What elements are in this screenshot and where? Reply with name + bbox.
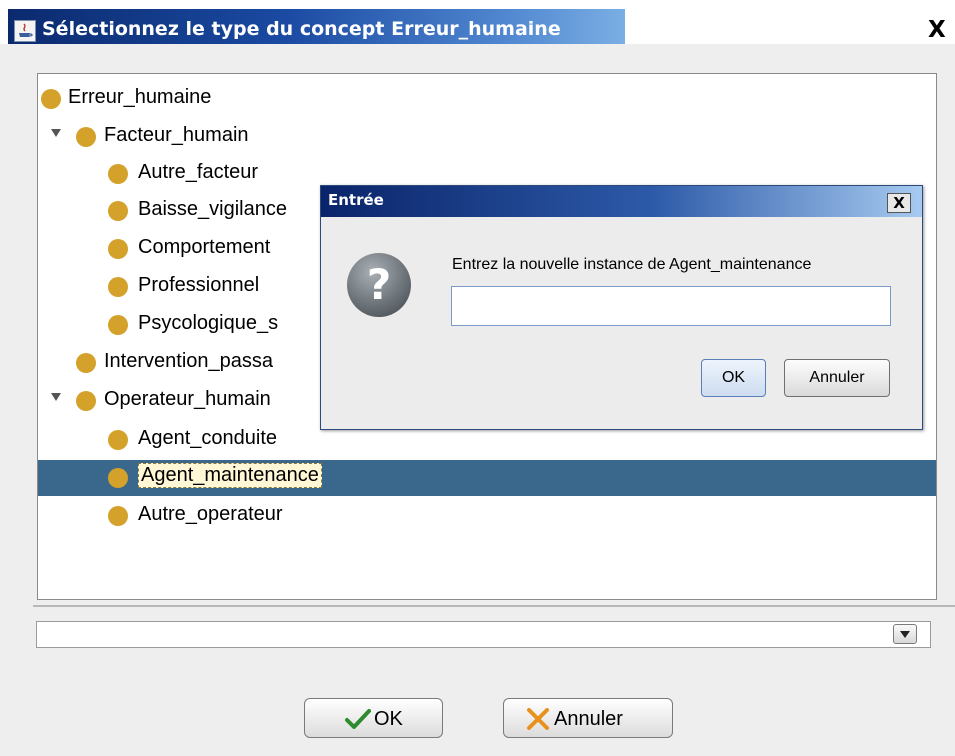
separator	[33, 605, 955, 607]
concept-node-icon	[108, 315, 128, 335]
combobox-dropdown-button[interactable]	[893, 624, 917, 644]
instance-name-input[interactable]	[451, 286, 891, 326]
concept-node-icon	[108, 468, 128, 488]
tree-node-label: Erreur_humaine	[68, 86, 212, 108]
window-close-button[interactable]: X	[928, 18, 946, 42]
tree-node-label: Comportement	[138, 236, 271, 258]
type-combobox[interactable]	[36, 621, 931, 648]
question-icon: ?	[347, 253, 411, 317]
cancel-button-label: Annuler	[554, 708, 623, 730]
concept-node-icon	[76, 391, 96, 411]
tree-node-label: Psycologique_s	[138, 312, 279, 334]
dialog-close-button[interactable]: X	[887, 193, 911, 213]
tree-node-label: Operateur_humain	[104, 388, 271, 410]
concept-node-icon	[76, 353, 96, 373]
window-title-bar: Sélectionnez le type du concept Erreur_h…	[0, 0, 955, 44]
ok-button-label: OK	[374, 708, 403, 730]
tree-node-label: Agent_maintenance	[138, 463, 322, 488]
dialog-title: Entrée	[328, 191, 384, 209]
concept-node-icon	[108, 277, 128, 297]
tree-node[interactable]: Autre_operateur	[38, 498, 936, 534]
tree-node[interactable]: Erreur_humaine	[38, 81, 936, 117]
expand-toggle-icon[interactable]	[51, 129, 61, 137]
chevron-down-icon	[900, 631, 910, 638]
concept-node-icon	[108, 239, 128, 259]
tree-node-label: Agent_conduite	[138, 427, 278, 449]
concept-node-icon	[76, 127, 96, 147]
concept-node-icon	[41, 89, 61, 109]
input-dialog: Entrée X ? Entrez la nouvelle instance d…	[320, 185, 923, 430]
cancel-button[interactable]: Annuler	[503, 698, 673, 738]
window-title: Sélectionnez le type du concept Erreur_h…	[42, 18, 561, 40]
tree-node-label: Intervention_passa	[104, 350, 274, 372]
dialog-cancel-button[interactable]: Annuler	[784, 359, 890, 397]
tree-node[interactable]: Agent_maintenance	[38, 460, 936, 496]
concept-node-icon	[108, 201, 128, 221]
ok-button[interactable]: OK	[304, 698, 443, 738]
concept-node-icon	[108, 430, 128, 450]
tree-node[interactable]: Facteur_humain	[38, 119, 936, 155]
tree-node-label: Facteur_humain	[104, 124, 249, 146]
expand-toggle-icon[interactable]	[51, 393, 61, 401]
dialog-ok-button[interactable]: OK	[701, 359, 766, 397]
java-icon	[14, 20, 36, 42]
concept-node-icon	[108, 506, 128, 526]
tree-node-label: Autre_facteur	[138, 161, 259, 183]
concept-node-icon	[108, 164, 128, 184]
tree-node-label: Baisse_vigilance	[138, 198, 287, 220]
tree-node-label: Autre_operateur	[138, 503, 283, 525]
checkmark-icon	[345, 709, 371, 729]
cross-icon	[527, 708, 549, 730]
dialog-prompt: Entrez la nouvelle instance de Agent_mai…	[452, 256, 812, 273]
tree-node-label: Professionnel	[138, 274, 260, 296]
dialog-title-bar: Entrée	[321, 186, 922, 217]
question-glyph: ?	[366, 260, 392, 309]
